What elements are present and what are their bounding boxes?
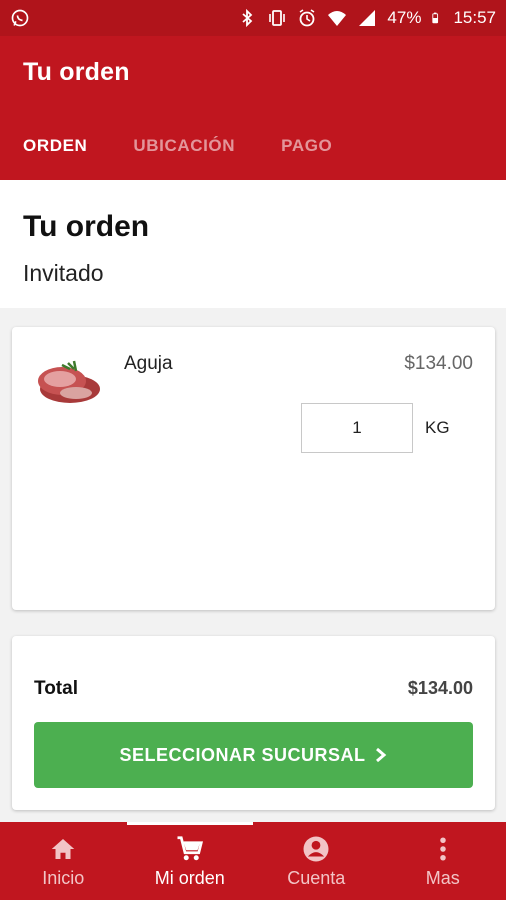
nav-item-mi-orden[interactable]: Mi orden	[126, 822, 254, 900]
nav-label-cuenta: Cuenta	[287, 868, 346, 888]
chevron-right-icon	[375, 747, 386, 763]
tab-ubicacion[interactable]: UBICACIÓN	[110, 132, 258, 180]
whatsapp-icon	[11, 9, 29, 27]
app-title: Tu orden	[23, 58, 130, 86]
nav-label-mas: Mas	[425, 868, 460, 888]
nav-label-inicio: Inicio	[42, 868, 85, 888]
order-summary-card: Total $134.00 SELECCIONAR SUCURSAL	[12, 636, 495, 810]
clock-time: 15:57	[453, 8, 496, 27]
order-content: Tu orden Invitado Aguja $134.00 KG Total…	[0, 180, 506, 822]
battery-percentage: 47%	[387, 8, 422, 27]
item-price: $134.00	[404, 353, 473, 374]
bluetooth-icon	[242, 8, 253, 28]
total-value: $134.00	[407, 678, 473, 698]
nav-label-mi-orden: Mi orden	[154, 868, 225, 888]
more-icon	[440, 837, 446, 861]
app-bar: Tu orden ORDEN UBICACIÓN PAGO	[0, 36, 506, 180]
battery-icon	[432, 12, 439, 24]
order-item-card: Aguja $134.00 KG	[12, 327, 495, 610]
quantity-unit: KG	[425, 418, 450, 437]
home-icon	[52, 839, 75, 859]
tab-bar: ORDEN UBICACIÓN PAGO	[0, 132, 355, 180]
status-bar: 47% 15:57	[0, 0, 506, 36]
page-title: Tu orden	[23, 210, 150, 243]
total-label: Total	[34, 678, 78, 699]
order-header: Tu orden Invitado	[0, 180, 506, 308]
customer-name: Invitado	[23, 260, 104, 286]
tab-orden[interactable]: ORDEN	[0, 132, 110, 180]
quantity-input[interactable]	[301, 403, 413, 453]
item-name: Aguja	[124, 353, 173, 374]
vibrate-icon	[269, 10, 286, 26]
tab-pago[interactable]: PAGO	[258, 132, 355, 180]
wifi-icon	[328, 11, 347, 26]
signal-icon	[359, 10, 376, 26]
nav-item-mas[interactable]: Mas	[380, 822, 506, 900]
select-branch-button[interactable]: SELECCIONAR SUCURSAL	[34, 722, 473, 788]
alarm-icon	[299, 9, 315, 27]
meat-icon	[38, 360, 100, 403]
cart-icon	[177, 836, 203, 861]
nav-item-cuenta[interactable]: Cuenta	[253, 822, 380, 900]
bottom-nav: Inicio Mi orden Cuenta Mas	[0, 822, 506, 900]
nav-item-inicio[interactable]: Inicio	[0, 822, 127, 900]
select-branch-label: SELECCIONAR SUCURSAL	[119, 744, 366, 765]
account-icon	[303, 836, 329, 862]
